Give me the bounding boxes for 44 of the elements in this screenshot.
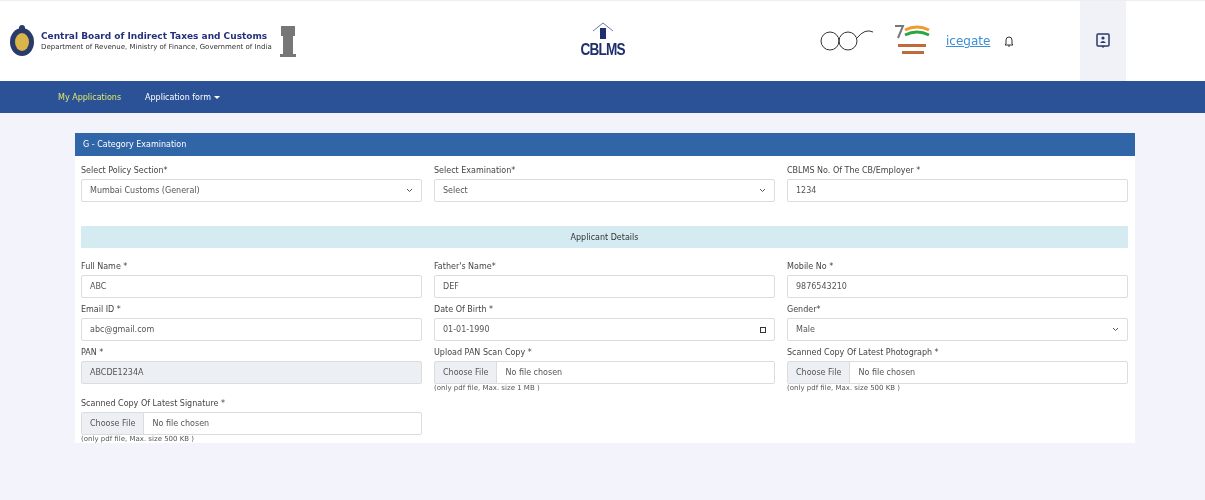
chevron-down-icon	[406, 188, 413, 193]
nav-link[interactable]: My Applications	[58, 92, 122, 102]
select-field[interactable]: Male	[787, 318, 1128, 341]
field-label: Mobile No *	[787, 262, 835, 271]
field-label: CBLMS No. Of The CB/Employer *	[787, 166, 922, 175]
field-label: Select Examination*	[434, 166, 517, 175]
input-field[interactable]: ABC	[81, 275, 422, 298]
choose-file-button[interactable]: Choose File	[788, 362, 851, 383]
field-label: Select Policy Section*	[81, 166, 169, 175]
input-field[interactable]: DEF	[434, 275, 775, 298]
file-status: No file chosen	[151, 419, 210, 428]
org-title: Central Board of Indirect Taxes and Customs	[41, 31, 269, 41]
field-label: Scanned Copy Of Latest Signature *	[81, 399, 226, 408]
field-label: Email ID *	[81, 305, 122, 314]
field-label: Father's Name*	[434, 262, 497, 271]
date-field[interactable]: 01-01-1990	[434, 318, 775, 341]
section-title: Applicant Details	[81, 226, 1128, 248]
field-label: PAN *	[81, 348, 105, 357]
nav-link[interactable]: Application form	[145, 92, 220, 102]
emblem-icon	[8, 24, 36, 58]
input-field[interactable]: 1234	[787, 179, 1128, 202]
user-badge-icon[interactable]	[1096, 33, 1111, 49]
chevron-down-icon	[759, 188, 766, 193]
card-title: G - Category Examination	[75, 133, 1135, 156]
input-field[interactable]: 9876543210	[787, 275, 1128, 298]
select-field[interactable]: Mumbai Customs (General)	[81, 179, 422, 202]
field-label: Gender*	[787, 305, 822, 314]
calendar-icon	[760, 326, 766, 333]
bell-icon[interactable]	[1004, 35, 1015, 47]
chevron-down-icon	[1112, 327, 1119, 332]
choose-file-button[interactable]: Choose File	[435, 362, 498, 383]
choose-file-button[interactable]: Choose File	[82, 413, 145, 434]
field-label: Date Of Birth *	[434, 305, 495, 314]
field-label: Full Name *	[81, 262, 129, 271]
input-field[interactable]: abc@gmail.com	[81, 318, 422, 341]
input-field[interactable]: ABCDE1234A	[81, 361, 422, 384]
building-icon	[591, 22, 615, 40]
select-field[interactable]: Select	[434, 179, 775, 202]
field-label: Upload PAN Scan Copy *	[434, 348, 533, 357]
file-status: No file chosen	[857, 368, 916, 377]
app-logo: CBLMS	[580, 40, 626, 60]
file-status: No file chosen	[504, 368, 563, 377]
partner-logo: icegate	[946, 34, 991, 48]
field-label: Scanned Copy Of Latest Photograph *	[787, 348, 940, 357]
